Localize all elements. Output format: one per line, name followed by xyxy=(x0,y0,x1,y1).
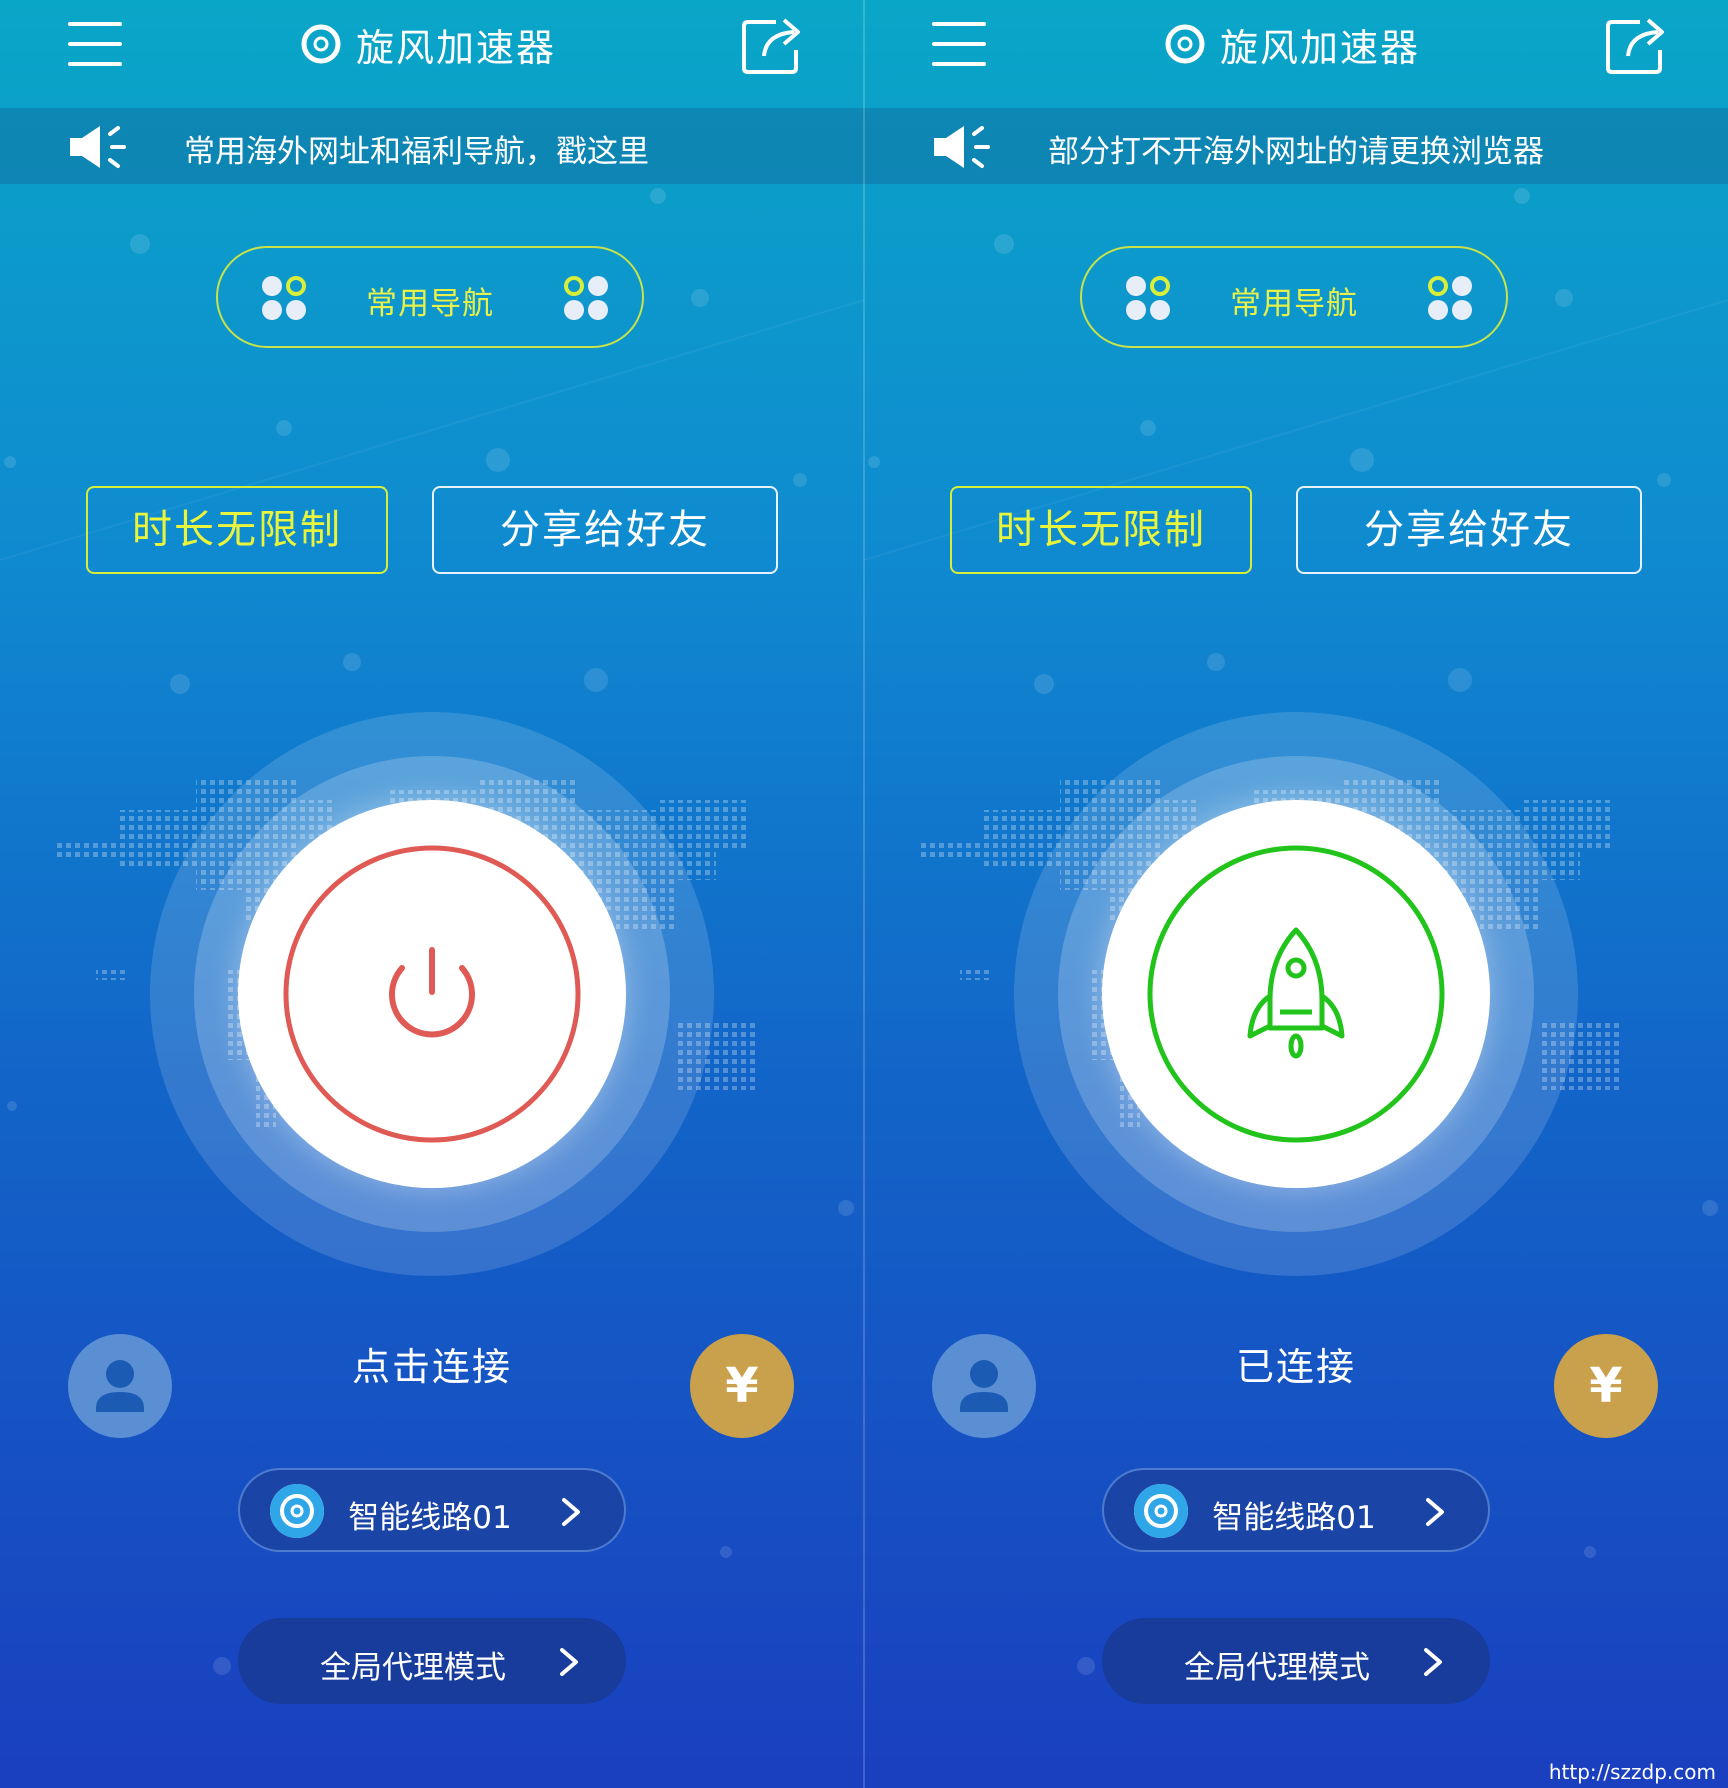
app-title: 旋风加速器 xyxy=(356,25,557,70)
rocket-icon xyxy=(1147,845,1445,1143)
swirl-logo-icon xyxy=(1134,1484,1188,1538)
app-screen-connected: 旋风加速器 部分打不开海外网址的请更换浏览器 常用导航 时长无限制 分享给好友 … xyxy=(864,0,1728,1788)
connection-status: 已连接 xyxy=(1235,1345,1356,1389)
top-bar: 旋风加速器 xyxy=(0,0,864,108)
swirl-logo-icon xyxy=(1165,24,1205,64)
hamburger-icon xyxy=(932,22,986,66)
share-icon xyxy=(1606,18,1664,74)
watermark-url: http://szzdp.com xyxy=(1548,1760,1716,1784)
recharge-button[interactable]: ¥ xyxy=(690,1334,794,1438)
speaker-icon xyxy=(934,126,990,168)
notice-bar[interactable]: 常用海外网址和福利导航，戳这里 xyxy=(0,108,864,184)
share-friends-button[interactable]: 分享给好友 xyxy=(1296,486,1642,574)
route-selector[interactable]: 智能线路01 xyxy=(1102,1468,1490,1552)
power-icon xyxy=(283,845,581,1143)
common-nav-button[interactable]: 常用导航 xyxy=(1080,246,1508,348)
top-bar: 旋风加速器 xyxy=(864,0,1728,108)
chevron-right-icon xyxy=(1424,1648,1442,1676)
route-logo xyxy=(270,1484,324,1538)
user-icon xyxy=(96,1360,144,1412)
route-selector[interactable]: 智能线路01 xyxy=(238,1468,626,1552)
proxy-mode-label: 全局代理模式 xyxy=(1184,1650,1370,1686)
share-friends-button[interactable]: 分享给好友 xyxy=(432,486,778,574)
disconnect-button[interactable] xyxy=(1102,800,1490,1188)
chevron-right-icon xyxy=(1426,1498,1444,1526)
app-grid-icon xyxy=(1428,276,1472,320)
proxy-mode-label: 全局代理模式 xyxy=(320,1650,506,1686)
proxy-mode-selector[interactable]: 全局代理模式 xyxy=(1102,1618,1490,1704)
speaker-icon xyxy=(70,126,126,168)
notice-bar[interactable]: 部分打不开海外网址的请更换浏览器 xyxy=(864,108,1728,184)
app-brand: 旋风加速器 xyxy=(1160,14,1420,74)
app-screen-disconnected: 旋风加速器 常用海外网址和福利导航，戳这里 常用导航 时长无限制 分享给好友 点… xyxy=(0,0,864,1788)
common-nav-button[interactable]: 常用导航 xyxy=(216,246,644,348)
route-label: 智能线路01 xyxy=(348,1500,512,1536)
screenshot-stage: 旋风加速器 常用海外网址和福利导航，戳这里 常用导航 时长无限制 分享给好友 点… xyxy=(0,0,1728,1788)
recharge-button[interactable]: ¥ xyxy=(1554,1334,1658,1438)
panel-divider xyxy=(863,0,865,1788)
route-label: 智能线路01 xyxy=(1212,1500,1376,1536)
share-button[interactable] xyxy=(738,12,808,76)
user-avatar-button[interactable] xyxy=(932,1334,1036,1438)
notice-text: 部分打不开海外网址的请更换浏览器 xyxy=(1048,134,1544,170)
route-logo xyxy=(1134,1484,1188,1538)
user-avatar-button[interactable] xyxy=(68,1334,172,1438)
app-grid-icon xyxy=(564,276,608,320)
app-title: 旋风加速器 xyxy=(1220,25,1421,70)
chevron-right-icon xyxy=(562,1498,580,1526)
connection-status: 点击连接 xyxy=(351,1345,512,1389)
notice-text: 常用海外网址和福利导航，戳这里 xyxy=(184,134,649,170)
share-icon xyxy=(742,18,800,74)
app-brand: 旋风加速器 xyxy=(296,14,556,74)
unlimited-time-button[interactable]: 时长无限制 xyxy=(950,486,1252,574)
user-icon xyxy=(960,1360,1008,1412)
unlimited-time-button[interactable]: 时长无限制 xyxy=(86,486,388,574)
menu-button[interactable] xyxy=(62,16,128,72)
proxy-mode-selector[interactable]: 全局代理模式 xyxy=(238,1618,626,1704)
share-button[interactable] xyxy=(1602,12,1672,76)
connect-button[interactable] xyxy=(238,800,626,1188)
chevron-right-icon xyxy=(560,1648,578,1676)
hamburger-icon xyxy=(68,22,122,66)
menu-button[interactable] xyxy=(926,16,992,72)
swirl-logo-icon xyxy=(270,1484,324,1538)
swirl-logo-icon xyxy=(301,24,341,64)
